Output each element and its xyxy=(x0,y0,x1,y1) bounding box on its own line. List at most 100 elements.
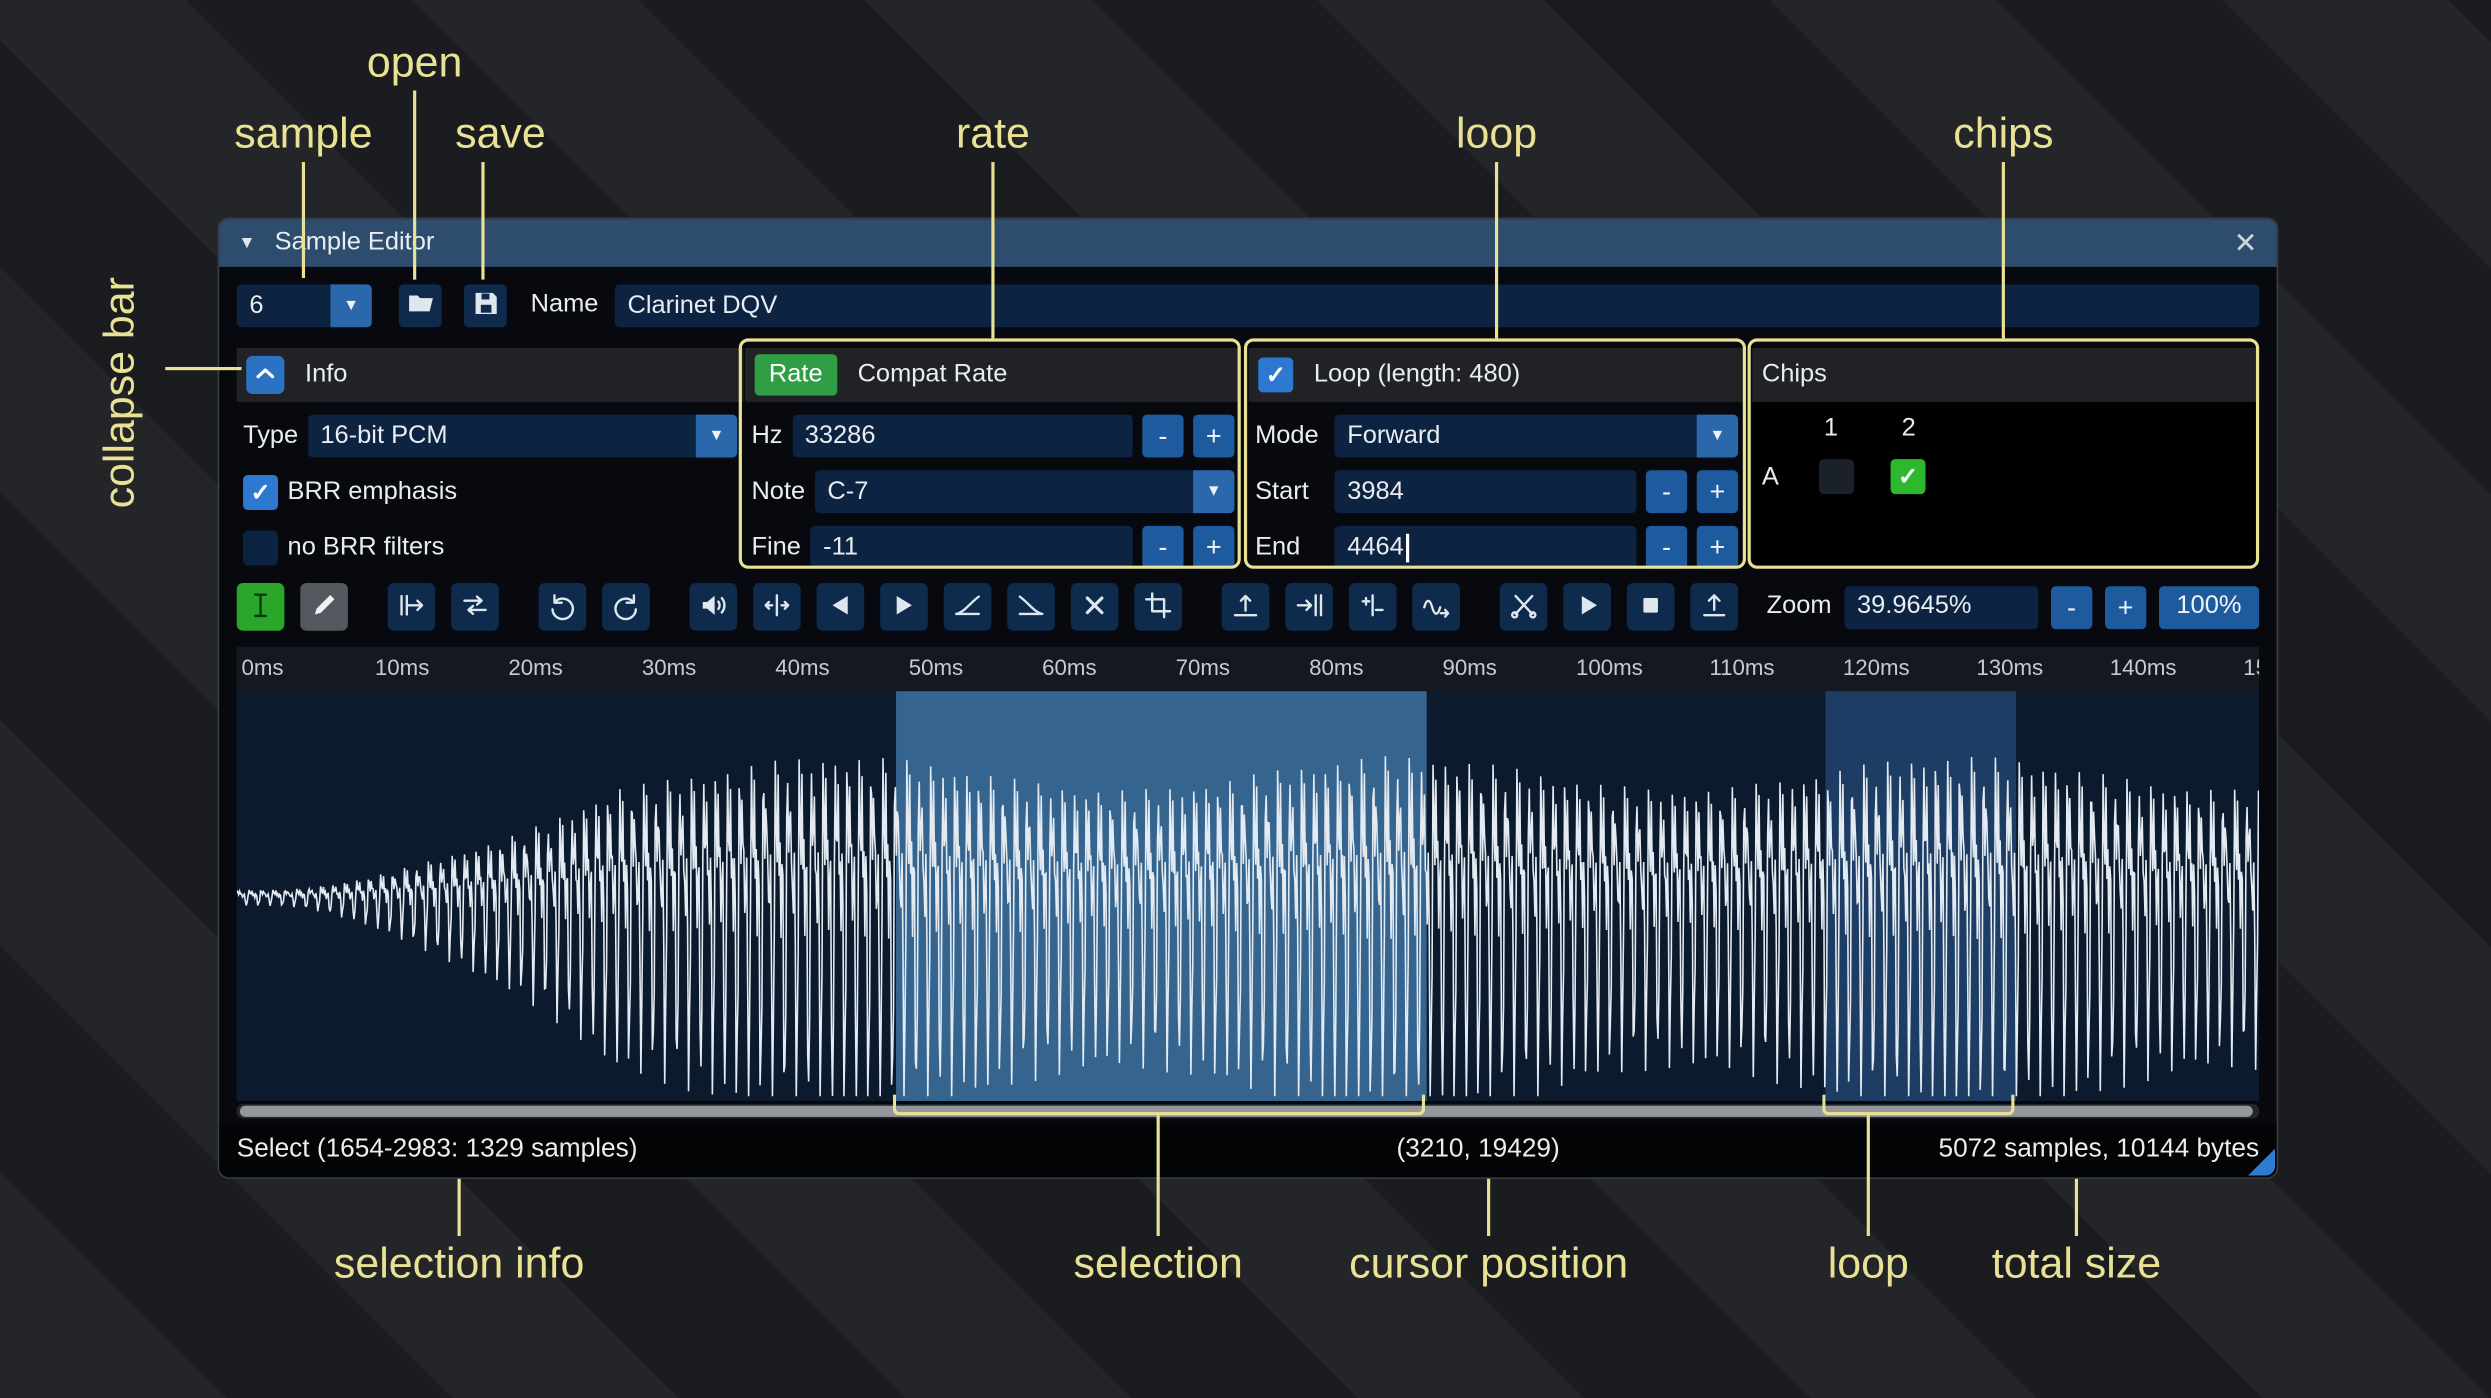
save-button[interactable] xyxy=(463,284,507,328)
zoom-in-button[interactable]: + xyxy=(2104,585,2147,629)
stop-button[interactable] xyxy=(1626,583,1675,631)
waveform-trace xyxy=(236,756,2260,1097)
annotation-box-loop xyxy=(1243,338,1746,569)
zoom-input[interactable]: 39.9645% xyxy=(1844,585,2039,629)
time-ruler[interactable]: 0ms 10ms 20ms 30ms 40ms 50ms 60ms 70ms 80ms 90ms 1… xyxy=(236,646,2260,692)
waveform-display[interactable] xyxy=(236,691,2260,1101)
upload-icon xyxy=(1698,589,1730,626)
status-bar: Select (1654-2983: 1329 samples) (3210, … xyxy=(219,1123,2277,1178)
adjust-button[interactable] xyxy=(1348,583,1397,631)
annotation-line xyxy=(1494,162,1499,339)
ruler-tick: 110ms xyxy=(1709,654,1775,680)
invert-button[interactable] xyxy=(880,583,928,631)
folder-icon xyxy=(404,288,436,325)
annotation-loop: loop xyxy=(1456,109,1538,158)
annotation-line xyxy=(1156,1115,1160,1237)
open-button[interactable] xyxy=(398,284,442,328)
info-header-label: Info xyxy=(305,360,348,388)
ruler-tick: 130ms xyxy=(1976,654,2044,680)
stretch-icon xyxy=(761,589,793,626)
chevron-down-icon: ▼ xyxy=(343,297,359,315)
filter-button[interactable] xyxy=(1412,583,1461,631)
ruler-tick: 50ms xyxy=(908,654,964,680)
chevron-up-icon xyxy=(249,357,281,394)
total-size-text: 5072 samples, 10144 bytes xyxy=(1938,1134,2260,1163)
normalize-button[interactable] xyxy=(1221,583,1270,631)
sample-selector-arrow[interactable]: ▼ xyxy=(330,284,372,328)
annotation-line xyxy=(1866,1115,1870,1237)
sample-number: 6 xyxy=(249,291,264,319)
redo-button[interactable] xyxy=(602,583,650,631)
redo-icon xyxy=(610,589,642,626)
annotation-line xyxy=(481,162,485,280)
amplify-button[interactable] xyxy=(689,583,738,631)
ruler-tick: 0ms xyxy=(241,654,284,680)
fade-in-button[interactable] xyxy=(943,583,992,631)
delete-button[interactable] xyxy=(1070,583,1119,631)
close-icon[interactable]: ✕ xyxy=(2234,226,2258,259)
fade-out-button[interactable] xyxy=(1007,583,1055,631)
brr-emphasis-checkbox[interactable]: ✓ xyxy=(243,474,279,510)
name-value: Clarinet DQV xyxy=(627,291,778,319)
zoom-out-button[interactable]: - xyxy=(2050,585,2093,629)
zoom-reset-button[interactable]: 100% xyxy=(2158,585,2259,629)
reverse-button[interactable] xyxy=(816,583,865,631)
trim-button[interactable] xyxy=(1134,583,1182,631)
resize-grip[interactable] xyxy=(2248,1148,2276,1176)
upload-button[interactable] xyxy=(1690,583,1739,631)
filter-icon xyxy=(1420,589,1452,626)
annotation-line xyxy=(2074,1178,2079,1237)
sample-type-select[interactable]: 16-bit PCM ▼ xyxy=(307,414,738,458)
edit-select-icon xyxy=(245,589,277,626)
sample-type-arrow[interactable]: ▼ xyxy=(695,414,738,458)
adjust-icon xyxy=(1357,589,1389,626)
annotation-selection: selection xyxy=(1073,1239,1243,1287)
titlebar: ▼ Sample Editor ✕ xyxy=(219,219,2277,267)
annotation-bracket-loop xyxy=(1822,1094,2015,1116)
stop-icon xyxy=(1635,589,1667,626)
annotation-collapse-bar: collapse bar xyxy=(95,277,143,509)
annotation-line xyxy=(2001,162,2005,339)
sample-type-value: 16-bit PCM xyxy=(320,421,448,449)
resize-icon xyxy=(396,589,428,626)
fade-in-icon xyxy=(952,589,984,626)
annotation-cursor-position: cursor position xyxy=(1349,1239,1629,1287)
edit-draw-icon xyxy=(308,589,340,626)
ruler-tick: 70ms xyxy=(1175,654,1231,680)
ruler-tick: 60ms xyxy=(1042,654,1097,680)
fade-out-icon xyxy=(1015,589,1047,626)
edit-draw-button[interactable] xyxy=(300,583,348,631)
no-brr-filters-label: no BRR filters xyxy=(287,533,445,561)
selection-info-text: Select (1654-2983: 1329 samples) xyxy=(236,1134,638,1163)
no-brr-filters-checkbox[interactable] xyxy=(243,529,279,565)
ruler-tick: 140ms xyxy=(2109,654,2177,680)
annotation-box-rate xyxy=(738,338,1241,569)
annotation-loop-region: loop xyxy=(1827,1239,1909,1287)
ruler-tick: 100ms xyxy=(1575,654,1643,680)
window-collapse-icon[interactable]: ▼ xyxy=(238,234,255,253)
annotation-line xyxy=(413,90,417,280)
undo-button[interactable] xyxy=(538,583,587,631)
save-icon xyxy=(469,288,501,325)
play-button[interactable] xyxy=(1563,583,1611,631)
amplify-icon xyxy=(697,589,729,626)
insert-button[interactable] xyxy=(1285,583,1333,631)
undo-icon xyxy=(547,589,579,626)
check-icon: ✓ xyxy=(250,478,271,507)
edit-select-button[interactable] xyxy=(236,583,285,631)
info-panel: Info Type 16-bit PCM ▼ ✓ BRR emphasis no… xyxy=(236,347,744,567)
resample-button[interactable] xyxy=(451,583,499,631)
crossfade-button[interactable] xyxy=(1499,583,1548,631)
sample-selector[interactable]: 6 ▼ xyxy=(236,284,372,328)
stretch-button[interactable] xyxy=(753,583,801,631)
annotation-bracket-selection xyxy=(892,1094,1426,1116)
ruler-tick: 120ms xyxy=(1842,654,1910,680)
name-input[interactable]: Clarinet DQV xyxy=(614,284,2260,328)
resize-button[interactable] xyxy=(387,583,436,631)
collapse-bar-button[interactable] xyxy=(246,355,285,394)
annotation-sample: sample xyxy=(234,109,373,158)
brr-emphasis-label: BRR emphasis xyxy=(287,477,458,505)
sample-toolbar: Zoom 39.9645% - + 100% xyxy=(236,583,2259,631)
zoom-value: 39.9645% xyxy=(1857,592,1972,620)
invert-icon xyxy=(888,589,920,626)
